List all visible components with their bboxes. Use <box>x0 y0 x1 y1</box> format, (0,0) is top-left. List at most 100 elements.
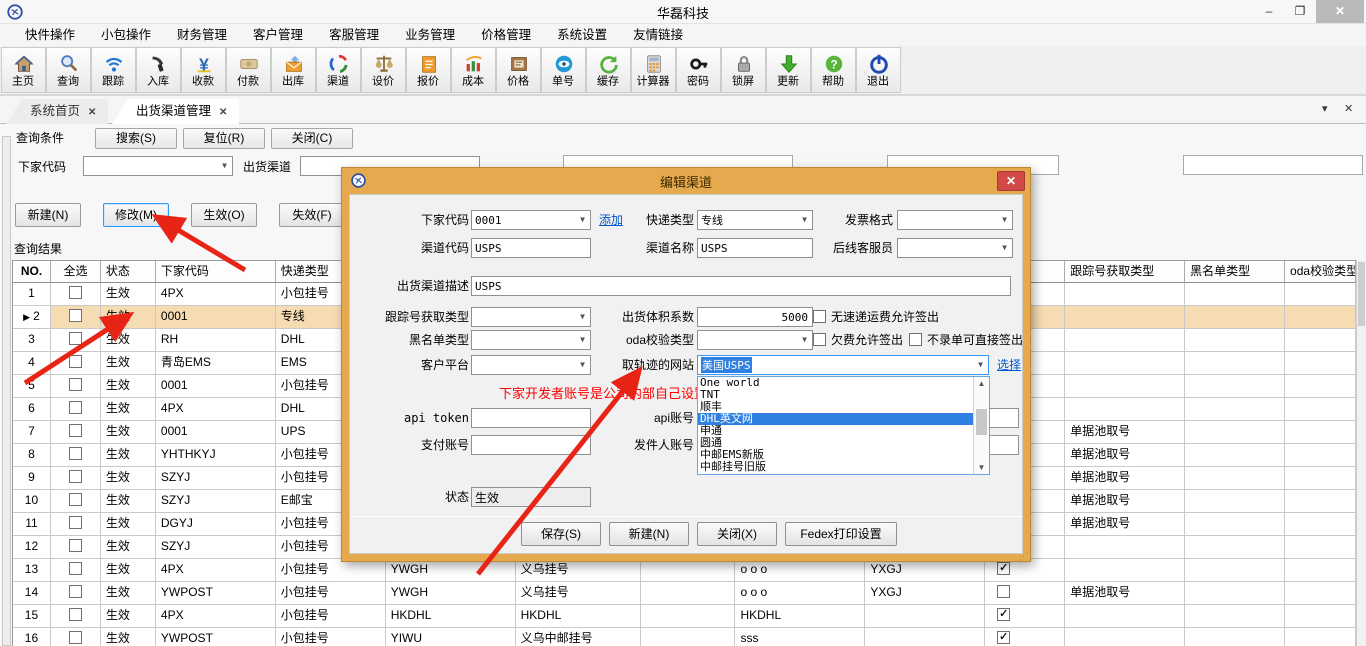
toolbar-scanner-button[interactable]: 入库 <box>136 47 181 93</box>
row-checkbox[interactable] <box>69 493 82 506</box>
toolbar-wifi-button[interactable]: 跟踪 <box>91 47 136 93</box>
row-checkbox[interactable]: ✓ <box>997 608 1010 621</box>
action-disable-button[interactable]: 失效(F) <box>279 203 345 227</box>
channel-code-input[interactable]: USPS <box>471 238 591 258</box>
menu-item-2[interactable]: 小包操作 <box>88 24 164 46</box>
toolbar-eye-button[interactable]: 单号 <box>541 47 586 93</box>
dropdown-option[interactable]: One world <box>698 377 973 389</box>
table-row[interactable]: 13生效4PX小包挂号YWGH义乌挂号o o oYXGJ✓ <box>13 559 1356 582</box>
row-checkbox[interactable] <box>997 585 1010 598</box>
menu-item-9[interactable]: 友情链接 <box>620 24 696 46</box>
channel-desc-input[interactable]: USPS <box>471 276 1011 296</box>
row-checkbox[interactable] <box>69 470 82 483</box>
tab-close-icon[interactable]: ✕ <box>88 107 96 118</box>
row-checkbox[interactable] <box>69 378 82 391</box>
dropdown-option[interactable]: TNT <box>698 389 973 401</box>
minimize-button[interactable]: – <box>1255 0 1283 23</box>
row-checkbox[interactable] <box>69 355 82 368</box>
row-checkbox[interactable] <box>69 447 82 460</box>
row-checkbox[interactable] <box>69 562 82 575</box>
invoice-format-combo[interactable]: ▼ <box>897 210 1013 230</box>
tab-close-icon[interactable]: ✕ <box>219 107 227 118</box>
row-checkbox[interactable] <box>69 401 82 414</box>
toolbar-yen-button[interactable]: ¥收款 <box>181 47 226 93</box>
tab-overflow-icon[interactable]: ▾ <box>1322 102 1328 115</box>
reset-button[interactable]: 复位(R) <box>183 128 265 149</box>
express-type-combo[interactable]: 专线▼ <box>697 210 813 230</box>
row-checkbox[interactable] <box>69 286 82 299</box>
toolbar-search-button[interactable]: 查询 <box>46 47 91 93</box>
tab-strip-close-icon[interactable]: ✕ <box>1344 102 1353 115</box>
api-token-input[interactable] <box>471 408 591 428</box>
row-checkbox[interactable] <box>69 608 82 621</box>
toolbar-help-button[interactable]: ?帮助 <box>811 47 856 93</box>
tracking-type-combo[interactable]: ▼ <box>471 307 591 327</box>
table-row[interactable]: 16生效YWPOST小包挂号YIWU义乌中邮挂号sss✓ <box>13 628 1356 646</box>
toolbar-refresh-button[interactable]: 缓存 <box>586 47 631 93</box>
row-checkbox[interactable]: ✓ <box>997 562 1010 575</box>
menu-item-3[interactable]: 财务管理 <box>164 24 240 46</box>
blacklist-type-combo[interactable]: ▼ <box>471 330 591 350</box>
row-checkbox[interactable] <box>69 631 82 644</box>
pay-account-input[interactable] <box>471 435 591 455</box>
action-new-button[interactable]: 新建(N) <box>15 203 81 227</box>
arrears-checkbox[interactable] <box>813 333 826 346</box>
dropdown-scrollbar-thumb[interactable] <box>976 409 987 435</box>
menu-item-7[interactable]: 价格管理 <box>468 24 544 46</box>
dropdown-scrollbar[interactable]: ▲ ▼ <box>973 377 989 474</box>
dialog-close-button[interactable]: ✕ <box>997 171 1025 191</box>
toolbar-money-button[interactable]: 付款 <box>226 47 271 93</box>
client-platform-combo[interactable]: ▼ <box>471 355 591 375</box>
search-button[interactable]: 搜索(S) <box>95 128 177 149</box>
volume-factor-input[interactable]: 5000 <box>697 307 813 327</box>
close-button[interactable]: ✕ <box>1316 0 1364 23</box>
toolbar-mail-button[interactable]: 出库 <box>271 47 316 93</box>
row-checkbox[interactable] <box>69 332 82 345</box>
toolbar-power-button[interactable]: 退出 <box>856 47 901 93</box>
scrollbar-thumb[interactable] <box>1358 262 1365 326</box>
choose-link[interactable]: 选择 <box>997 355 1021 375</box>
toolbar-down-arrow-button[interactable]: 更新 <box>766 47 811 93</box>
row-checkbox[interactable] <box>69 516 82 529</box>
resize-grip[interactable]: ⋰ <box>1018 550 1029 563</box>
table-row[interactable]: 14生效YWPOST小包挂号YWGH义乌挂号o o oYXGJ单据池取号 <box>13 582 1356 605</box>
tab-channel-management[interactable]: 出货渠道管理✕ <box>112 99 239 124</box>
dialog-fedex-print-button[interactable]: Fedex打印设置 <box>785 522 897 546</box>
tab-system-home[interactable]: 系统首页✕ <box>6 99 108 124</box>
table-vertical-scrollbar[interactable] <box>1356 260 1366 646</box>
no-entry-checkbox[interactable] <box>909 333 922 346</box>
no-express-fee-checkbox[interactable] <box>813 310 826 323</box>
toolbar-lock-button[interactable]: 锁屏 <box>721 47 766 93</box>
menu-item-1[interactable]: 快件操作 <box>12 24 88 46</box>
dropdown-option[interactable]: 中邮挂号旧版 <box>698 461 973 473</box>
table-row[interactable]: 15生效4PX小包挂号HKDHLHKDHLHKDHL✓ <box>13 605 1356 628</box>
downstream-code-combo[interactable]: 0001▼ <box>471 210 591 230</box>
menu-item-4[interactable]: 客户管理 <box>240 24 316 46</box>
dialog-new-button[interactable]: 新建(N) <box>609 522 689 546</box>
backline-cs-combo[interactable]: ▼ <box>897 238 1013 258</box>
query-field-partial[interactable] <box>1183 155 1363 175</box>
row-checkbox[interactable] <box>69 309 82 322</box>
row-checkbox[interactable]: ✓ <box>997 631 1010 644</box>
menu-item-6[interactable]: 业务管理 <box>392 24 468 46</box>
row-checkbox[interactable] <box>69 539 82 552</box>
dropdown-option[interactable]: 申通 <box>698 425 973 437</box>
toolbar-calculator-button[interactable]: 计算器 <box>631 47 676 93</box>
action-enable-button[interactable]: 生效(O) <box>191 203 257 227</box>
row-checkbox[interactable] <box>69 585 82 598</box>
scroll-up-icon[interactable]: ▲ <box>974 377 989 390</box>
track-site-combo[interactable]: 美国USPS▼ <box>697 355 989 375</box>
toolbar-notepad-button[interactable]: 报价 <box>406 47 451 93</box>
dropdown-option[interactable]: DHL英文网 <box>698 413 973 425</box>
menu-item-5[interactable]: 客服管理 <box>316 24 392 46</box>
close-button[interactable]: 关闭(C) <box>271 128 353 149</box>
toolbar-home-button[interactable]: 主页 <box>1 47 46 93</box>
toolbar-key-button[interactable]: 密码 <box>676 47 721 93</box>
menu-item-8[interactable]: 系统设置 <box>544 24 620 46</box>
toolbar-board-button[interactable]: 价格 <box>496 47 541 93</box>
dialog-close-button[interactable]: 关闭(X) <box>697 522 777 546</box>
toolbar-chart-button[interactable]: 成本 <box>451 47 496 93</box>
row-checkbox[interactable] <box>69 424 82 437</box>
restore-button[interactable]: ❐ <box>1286 0 1314 23</box>
action-modify-button[interactable]: 修改(M) <box>103 203 169 227</box>
